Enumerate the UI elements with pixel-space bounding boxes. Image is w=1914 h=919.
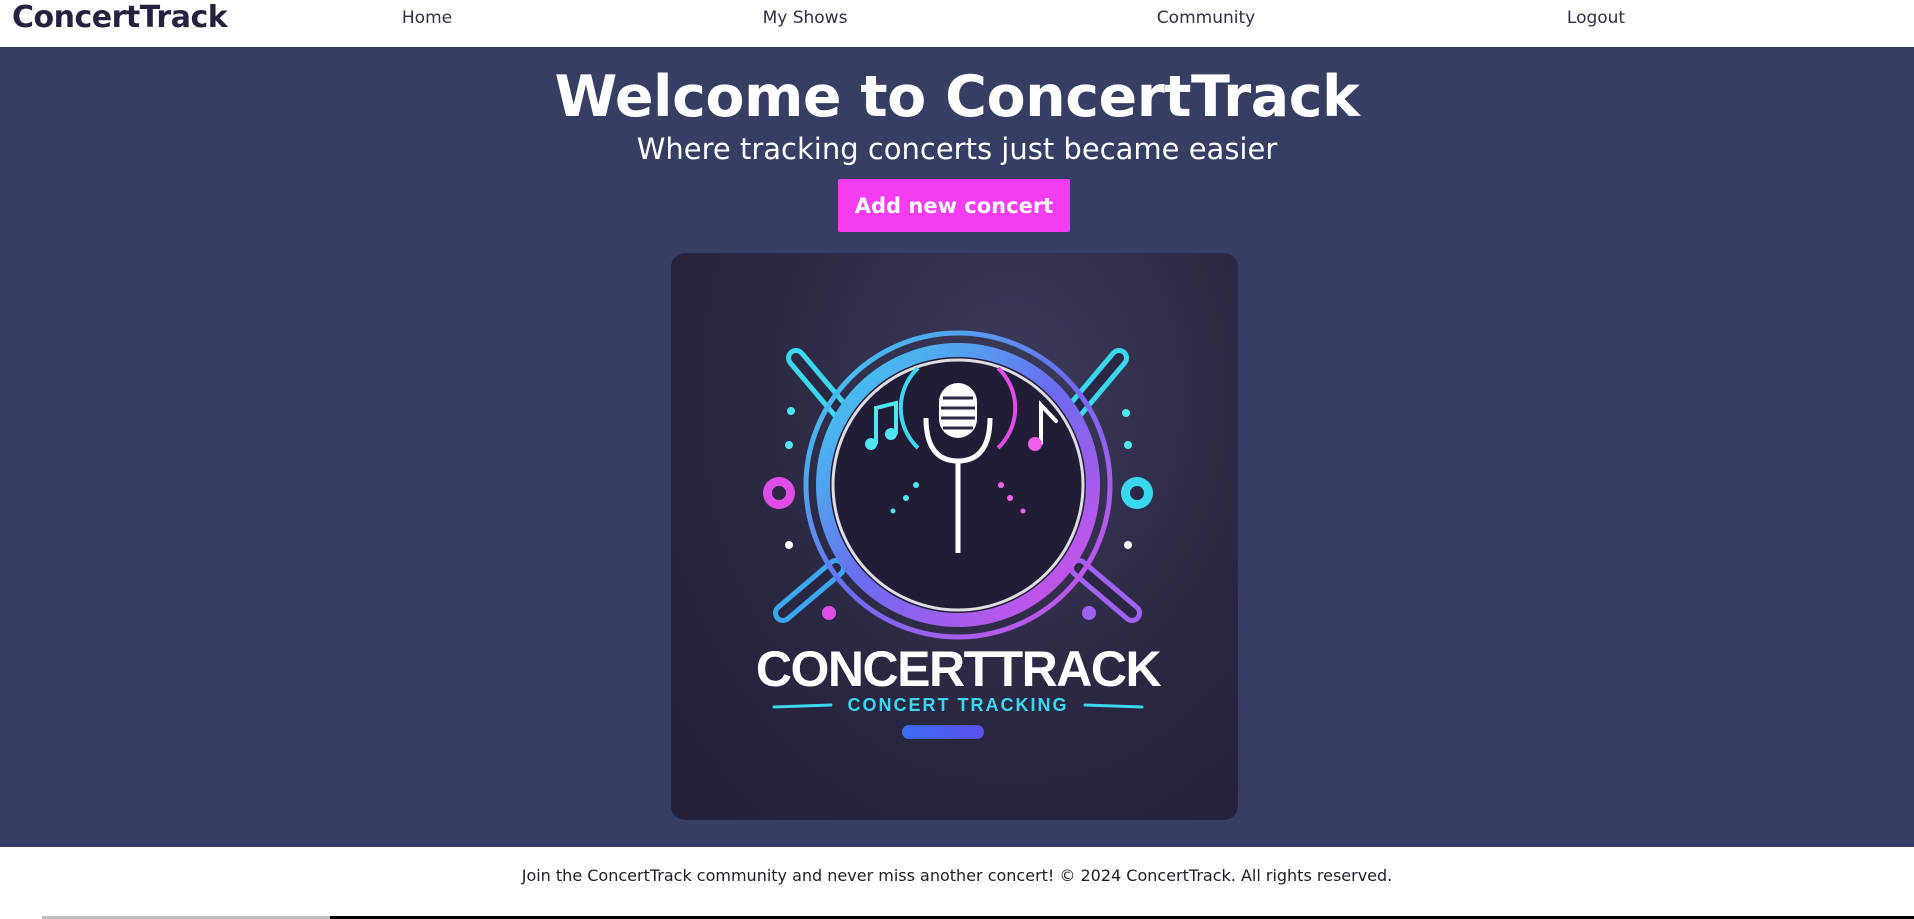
logo-tagline: CONCERT TRACKING [848, 695, 1069, 715]
microphone-equalizer-logo-icon: CONCERTTRACK CONCERT TRACKING [756, 330, 1163, 739]
top-navbar: ConcertTrack Home My Shows Community Log… [0, 0, 1914, 47]
brand-logo[interactable]: ConcertTrack [12, 0, 228, 36]
hero-title: Welcome to ConcertTrack [554, 64, 1360, 130]
page-footer: Join the ConcertTrack community and neve… [0, 847, 1914, 919]
nav-logout-link[interactable]: Logout [1567, 0, 1625, 36]
nav-community-link[interactable]: Community [1157, 0, 1255, 36]
logo-wordmark: CONCERTTRACK [756, 641, 1162, 697]
nav-home-link[interactable]: Home [402, 0, 452, 36]
hero-subtitle: Where tracking concerts just became easi… [636, 132, 1278, 166]
footer-text: Join the ConcertTrack community and neve… [521, 866, 1393, 885]
concerttrack-logo-image: CONCERTTRACK CONCERT TRACKING [671, 253, 1238, 820]
nav-my-shows-link[interactable]: My Shows [763, 0, 848, 36]
add-new-concert-button[interactable]: Add new concert [838, 179, 1070, 232]
